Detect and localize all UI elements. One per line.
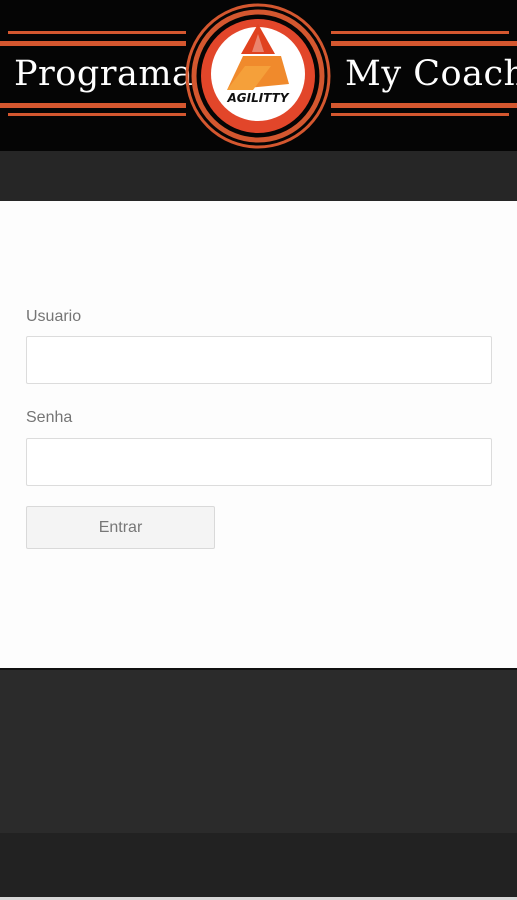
decorative-stripe [331, 41, 517, 46]
password-label: Senha [26, 409, 73, 426]
decorative-stripe [331, 103, 517, 108]
bottom-bar [0, 833, 517, 900]
decorative-stripe [8, 31, 186, 34]
agilitty-logo: AGILITTY [185, 3, 331, 149]
decorative-stripe [0, 41, 186, 46]
username-input[interactable] [26, 336, 492, 384]
app-screen: Programa My Coach AGILITTY Usuario Senha… [0, 0, 517, 900]
brand-title-left: Programa [14, 54, 194, 94]
decorative-stripe [331, 31, 509, 34]
header-banner: Programa My Coach AGILITTY [0, 0, 517, 151]
footer-area [0, 668, 517, 833]
login-button[interactable]: Entrar [26, 506, 215, 549]
decorative-stripe [331, 113, 509, 116]
brand-title-right: My Coach [345, 54, 517, 94]
username-label: Usuario [26, 308, 82, 325]
decorative-stripe [8, 113, 186, 116]
logo-wordmark: AGILITTY [226, 91, 289, 105]
login-form: Usuario Senha Entrar [0, 201, 517, 668]
password-input[interactable] [26, 438, 492, 486]
top-toolbar-band [0, 151, 517, 201]
decorative-stripe [0, 103, 186, 108]
